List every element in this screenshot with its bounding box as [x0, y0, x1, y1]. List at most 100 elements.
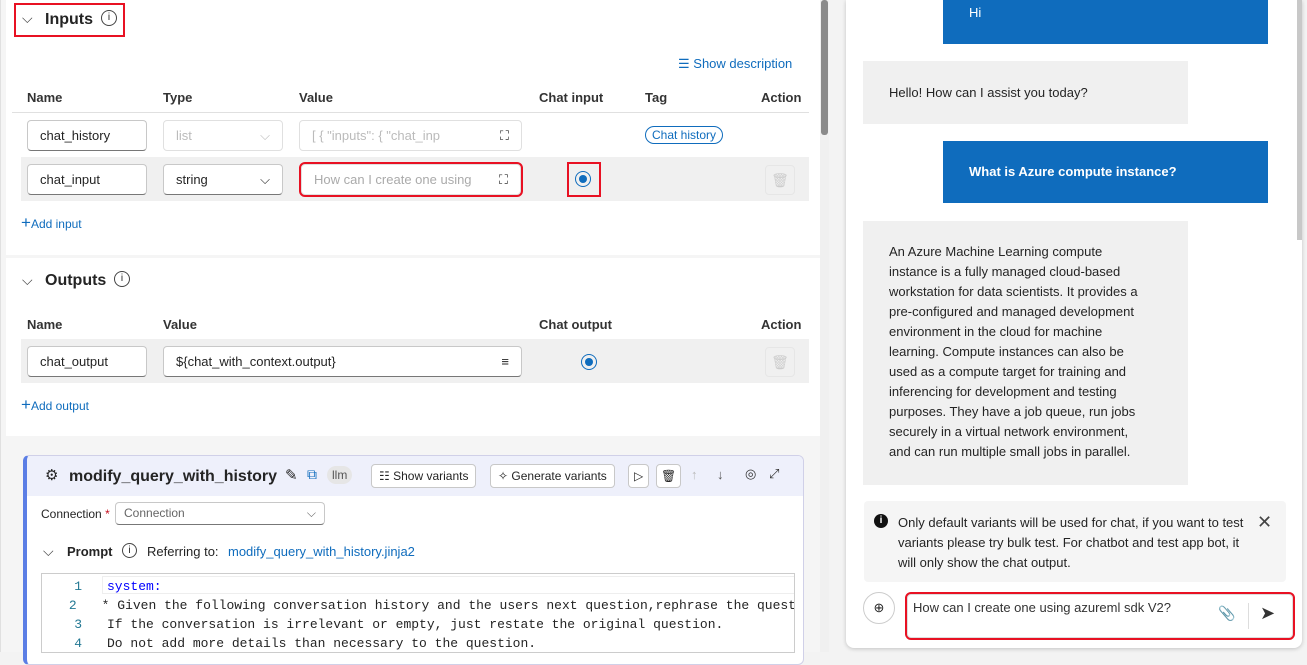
- input-name-field[interactable]: chat_input: [27, 164, 147, 195]
- info-icon: i: [874, 514, 888, 528]
- plus-icon: +: [21, 395, 31, 414]
- code-line: system:: [107, 577, 162, 596]
- flow-editor-panel: ⌵ Inputs i ☰ Show description Name Type …: [0, 0, 820, 652]
- connection-dropdown[interactable]: Connection ⌵: [115, 502, 325, 525]
- required-mark: *: [105, 507, 110, 521]
- connection-placeholder: Connection: [124, 506, 185, 520]
- expand-icon[interactable]: ⛶: [499, 165, 508, 194]
- value-text: How can I create one using: [314, 172, 472, 187]
- move-up-icon[interactable]: ↑: [691, 467, 698, 482]
- show-description-button[interactable]: ☰ Show description: [678, 56, 792, 72]
- table-row: chat_output ${chat_with_context.output} ≡…: [21, 339, 809, 383]
- referring-label: Referring to:: [147, 544, 219, 559]
- chat-input-radio-wrap[interactable]: [569, 164, 599, 195]
- info-icon[interactable]: i: [122, 543, 137, 558]
- line-number: 2: [42, 596, 77, 615]
- line-number: 4: [42, 634, 82, 653]
- delete-icon[interactable]: 🗑: [765, 347, 795, 377]
- notice-text: Only default variants will be used for c…: [898, 513, 1248, 573]
- chat-input-text[interactable]: How can I create one using azureml sdk V…: [913, 600, 1171, 615]
- attach-icon[interactable]: 📎: [1218, 605, 1235, 622]
- chat-add-icon: ⊕: [874, 600, 885, 615]
- bot-message: An Azure Machine Learning compute instan…: [863, 221, 1188, 485]
- type-value: list: [176, 128, 192, 143]
- locate-icon[interactable]: ◎: [745, 466, 756, 482]
- output-name-field[interactable]: chat_output: [27, 346, 147, 377]
- llm-node-icon: ⚙: [45, 466, 58, 484]
- edit-icon[interactable]: ✎: [285, 466, 298, 484]
- connection-label: Connection *: [41, 507, 110, 521]
- scrollbar-thumb[interactable]: [821, 0, 828, 135]
- info-icon[interactable]: i: [114, 271, 130, 287]
- prompt-code-editor[interactable]: 1system: 2* Given the following conversa…: [41, 573, 795, 653]
- code-line: * Given the following conversation histo…: [102, 596, 795, 615]
- generate-variants-label: Generate variants: [511, 469, 606, 483]
- left-scrollbar[interactable]: [820, 0, 829, 652]
- notice-bar: i Only default variants will be used for…: [864, 501, 1286, 582]
- chat-input-box[interactable]: How can I create one using azureml sdk V…: [907, 594, 1293, 638]
- node-type-badge: llm: [327, 466, 352, 484]
- user-message: What is Azure compute instance?: [943, 141, 1268, 203]
- expand-icon[interactable]: ⤢: [769, 466, 779, 482]
- type-dropdown[interactable]: string⌵: [163, 164, 283, 195]
- col-name: Name: [27, 317, 62, 332]
- col-name: Name: [27, 90, 62, 105]
- expand-icon[interactable]: ⛶: [500, 121, 509, 150]
- chat-input-radio[interactable]: [575, 171, 591, 187]
- node-title: modify_query_with_history: [69, 468, 277, 486]
- delete-icon[interactable]: 🗑: [765, 165, 795, 195]
- col-action: Action: [761, 317, 801, 332]
- chevron-down-icon: ⌵: [307, 503, 316, 524]
- connection-label-text: Connection: [41, 507, 102, 521]
- run-button[interactable]: ▷: [628, 464, 649, 488]
- move-down-icon[interactable]: ↓: [717, 467, 724, 482]
- sliders-icon: ☷: [379, 469, 390, 483]
- type-dropdown[interactable]: list ⌵: [163, 120, 283, 151]
- value-field[interactable]: [ { "inputs": { "chat_inp ⛶: [299, 120, 522, 151]
- col-chat-input: Chat input: [539, 90, 603, 105]
- value-field[interactable]: How can I create one using ⛶: [301, 164, 521, 195]
- edit-text-icon[interactable]: ≡: [501, 347, 509, 376]
- inputs-title: Inputs: [45, 11, 93, 29]
- plus-icon: +: [21, 213, 31, 232]
- add-output-label: Add output: [31, 399, 89, 413]
- code-line: If the conversation is irrelevant or emp…: [107, 615, 723, 634]
- copy-icon[interactable]: ⧉: [307, 466, 317, 483]
- info-icon[interactable]: i: [101, 10, 117, 26]
- value-text: [ { "inputs": { "chat_inp: [312, 128, 440, 143]
- show-variants-label: Show variants: [393, 469, 468, 483]
- add-output-button[interactable]: +Add output: [21, 395, 89, 415]
- code-line: Do not add more details than necessary t…: [107, 634, 536, 653]
- chevron-down-icon[interactable]: ⌵: [43, 543, 54, 560]
- add-input-button[interactable]: +Add input: [21, 213, 82, 233]
- chevron-down-icon[interactable]: ⌵: [22, 10, 33, 27]
- outputs-title: Outputs: [45, 272, 106, 290]
- outputs-section: ⌵ Outputs i Name Value Chat output Actio…: [6, 258, 821, 436]
- show-variants-button[interactable]: ☷ Show variants: [371, 464, 476, 488]
- generate-variants-button[interactable]: ✧ Generate variants: [490, 464, 615, 488]
- output-value-field[interactable]: ${chat_with_context.output} ≡: [163, 346, 522, 377]
- value-text: ${chat_with_context.output}: [176, 354, 336, 369]
- send-icon[interactable]: ➤: [1260, 603, 1275, 624]
- chevron-down-icon: ⌵: [260, 165, 270, 194]
- delete-node-button[interactable]: 🗑: [656, 464, 681, 488]
- col-value: Value: [163, 317, 197, 332]
- col-action: Action: [761, 90, 801, 105]
- chat-output-radio[interactable]: [581, 354, 597, 370]
- prompt-title: Prompt: [67, 544, 113, 559]
- input-name-field[interactable]: chat_history: [27, 120, 147, 151]
- close-icon[interactable]: ✕: [1257, 512, 1272, 533]
- bot-message: Hello! How can I assist you today?: [863, 61, 1188, 124]
- chevron-down-icon: ⌵: [260, 121, 270, 150]
- tag-badge: Chat history: [645, 126, 723, 144]
- table-row: chat_input string⌵ How can I create one …: [21, 157, 809, 201]
- col-value: Value: [299, 90, 333, 105]
- prompt-file-link[interactable]: modify_query_with_history.jinja2: [228, 544, 415, 559]
- chevron-down-icon[interactable]: ⌵: [22, 272, 33, 289]
- magic-wand-icon: ✧: [498, 469, 508, 483]
- new-chat-button[interactable]: ⊕: [863, 592, 895, 624]
- col-tag: Tag: [645, 90, 667, 105]
- chat-scrollbar[interactable]: [1297, 0, 1302, 240]
- code-lines: 1system: 2* Given the following conversa…: [42, 577, 795, 653]
- inputs-header[interactable]: ⌵ Inputs i: [16, 5, 123, 35]
